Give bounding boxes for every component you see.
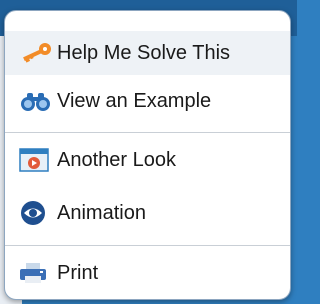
- key-icon: [19, 37, 57, 69]
- animation-eye-icon: [19, 197, 57, 229]
- binoculars-icon: [19, 85, 57, 117]
- menu-divider: [5, 245, 290, 246]
- menu-divider: [5, 132, 290, 133]
- menu-item-print[interactable]: Print: [5, 251, 290, 295]
- video-window-icon: [19, 144, 57, 176]
- menu-item-label: Another Look: [57, 148, 176, 171]
- menu-item-label: Help Me Solve This: [57, 41, 231, 64]
- menu-item-help-me-solve-this[interactable]: Help Me Solve This: [5, 31, 290, 75]
- help-menu: Help Me Solve This View an Example Anoth…: [4, 10, 291, 300]
- menu-item-another-look[interactable]: Another Look: [5, 138, 290, 182]
- menu-item-label: View an Example: [57, 89, 212, 112]
- menu-item-view-an-example[interactable]: View an Example: [5, 79, 290, 123]
- printer-icon: [19, 257, 57, 289]
- menu-item-label: Print: [57, 261, 99, 284]
- menu-item-animation[interactable]: Animation: [5, 191, 290, 235]
- menu-item-label: Animation: [57, 201, 146, 224]
